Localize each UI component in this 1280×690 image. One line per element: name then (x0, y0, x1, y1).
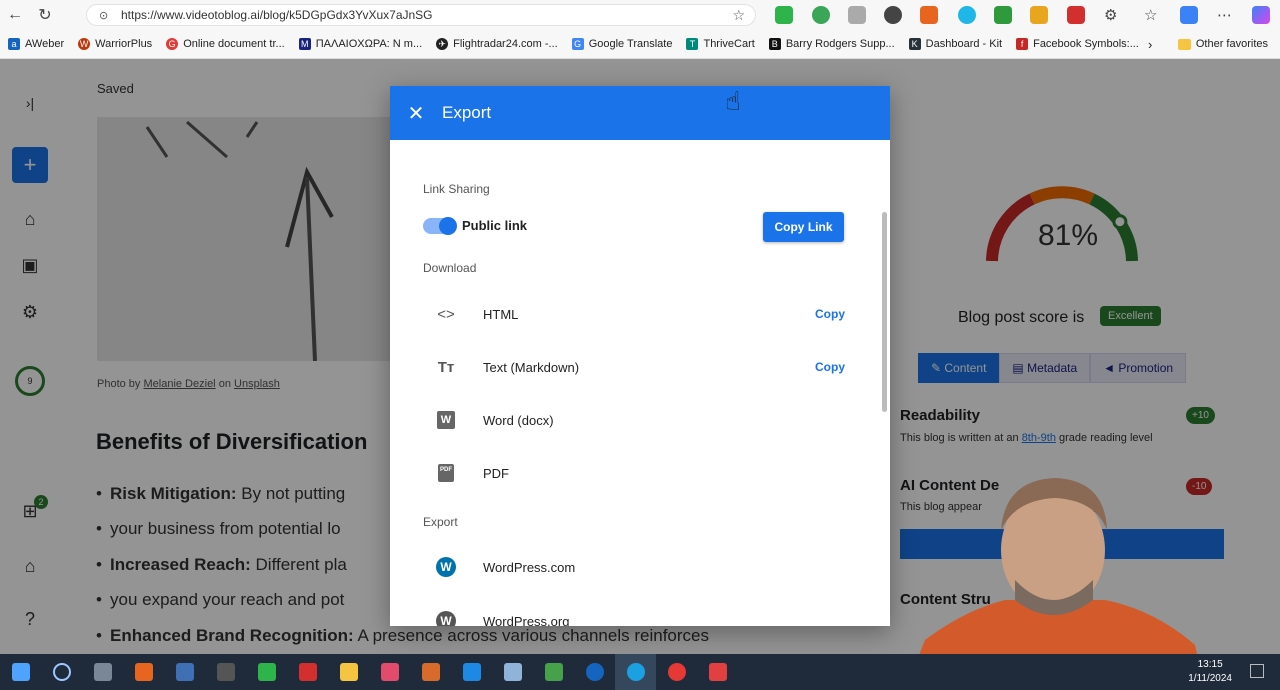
site-info-icon[interactable]: ⊙ (99, 9, 113, 22)
taskbar-app-icon[interactable] (369, 654, 410, 690)
menu-icon[interactable]: ⋯ (1217, 6, 1235, 24)
calculator-icon[interactable] (164, 654, 205, 690)
taskbar-app-icon[interactable] (123, 654, 164, 690)
bookmark-item[interactable]: a AWeber (8, 38, 64, 50)
bookmarks-bar: a AWeber W WarriorPlus G Online document tr… (0, 30, 1280, 59)
wordpress-icon: W (436, 557, 456, 577)
taskbar-app-icon[interactable] (246, 654, 287, 690)
bookmark-item[interactable]: ✈ Flightradar24.com -... (436, 38, 558, 50)
code-icon: <> (437, 305, 455, 323)
wordpress-icon: W (436, 611, 456, 626)
copy-link-button[interactable]: Copy Link (763, 212, 844, 242)
export-dialog: ✕ Export Link Sharing Public link Copy L… (390, 86, 890, 626)
public-link-toggle[interactable] (423, 217, 457, 235)
extension-icon[interactable] (1030, 6, 1048, 24)
close-icon[interactable]: ✕ (390, 86, 442, 140)
extension-icon[interactable] (958, 6, 976, 24)
mouse-cursor: ☝ (725, 86, 741, 116)
public-link-label: Public link (462, 218, 528, 233)
extension-icon[interactable] (884, 6, 902, 24)
favorite-star-icon[interactable]: ☆ (732, 7, 745, 24)
pdf-icon: PDF (423, 464, 469, 482)
bookmark-item[interactable]: G Online document tr... (166, 38, 285, 50)
extension-icon[interactable] (1180, 6, 1198, 24)
search-icon[interactable] (41, 654, 82, 690)
taskbar-app-icon[interactable] (574, 654, 615, 690)
bookmark-item[interactable]: f Facebook Symbols:... (1016, 38, 1139, 50)
download-heading: Download (423, 261, 477, 275)
export-wordpress-com-row[interactable]: W WordPress.com (423, 547, 853, 587)
windows-taskbar: 13:15 1/11/2024 (0, 654, 1280, 690)
system-clock[interactable]: 13:15 1/11/2024 (1188, 658, 1232, 686)
taskbar-app-icon[interactable] (533, 654, 574, 690)
export-docx-row[interactable]: W Word (docx) (423, 400, 853, 440)
task-view-icon[interactable] (82, 654, 123, 690)
bookmark-item[interactable]: G Google Translate (571, 38, 672, 50)
export-pdf-row[interactable]: PDF PDF (423, 453, 853, 493)
browser-toolbar: ← ↻ ⊙ https://www.videotoblog.ai/blog/k5… (0, 0, 1280, 30)
export-heading: Export (423, 515, 458, 529)
extension-icon[interactable] (994, 6, 1012, 24)
other-favorites[interactable]: Other favorites (1177, 38, 1268, 50)
copy-html-button[interactable]: Copy (815, 307, 845, 321)
camera-icon[interactable] (848, 6, 866, 24)
edge-icon[interactable] (615, 654, 656, 690)
windows-start-icon[interactable] (0, 654, 41, 690)
dialog-scrollbar[interactable] (882, 212, 887, 412)
file-explorer-icon[interactable] (328, 654, 369, 690)
export-wordpress-org-row[interactable]: W WordPress.org (423, 601, 853, 626)
bookmark-item[interactable]: B Barry Rodgers Supp... (768, 38, 895, 50)
export-markdown-row[interactable]: Tт Text (Markdown) Copy (423, 347, 853, 387)
bookmark-item[interactable]: K Dashboard - Kit (908, 38, 1002, 50)
back-icon[interactable]: ← (0, 0, 30, 30)
link-sharing-heading: Link Sharing (423, 182, 490, 196)
taskbar-app-icon[interactable] (451, 654, 492, 690)
taskbar-app-icon[interactable] (697, 654, 738, 690)
taskbar-app-icon[interactable] (205, 654, 246, 690)
export-dialog-body: Link Sharing Public link Copy Link Downl… (390, 140, 890, 626)
word-icon: W (423, 411, 469, 429)
export-dialog-title: Export (442, 103, 492, 122)
bookmark-item[interactable]: T ThriveCart (686, 38, 755, 50)
bookmark-item[interactable]: M ΠΑΛΑΙΟΧΩΡΑ: Ν m... (298, 38, 422, 50)
taskbar-app-icon[interactable] (287, 654, 328, 690)
export-dialog-header: ✕ Export (390, 86, 890, 140)
copy-markdown-button[interactable]: Copy (815, 360, 845, 374)
extension-icon[interactable] (775, 6, 793, 24)
copilot-icon[interactable] (1252, 6, 1270, 24)
url-text: https://www.videotoblog.ai/blog/k5DGpGdx… (121, 8, 433, 22)
extension-icon[interactable] (920, 6, 938, 24)
reload-icon[interactable]: ↻ (30, 0, 60, 30)
notification-icon[interactable] (1250, 664, 1264, 678)
puzzle-icon[interactable]: ⚙ (1104, 6, 1122, 24)
taskbar-app-icon[interactable] (492, 654, 533, 690)
extension-icon[interactable] (812, 6, 830, 24)
address-bar[interactable]: ⊙ https://www.videotoblog.ai/blog/k5DGpG… (86, 4, 756, 26)
bookmark-item[interactable]: W WarriorPlus (78, 38, 152, 50)
extension-icon[interactable] (1067, 6, 1085, 24)
chevron-right-icon[interactable]: › (1148, 37, 1152, 52)
favorites-icon[interactable]: ☆ (1144, 6, 1162, 24)
text-icon: Tт (437, 358, 455, 376)
chrome-icon[interactable] (656, 654, 697, 690)
taskbar-app-icon[interactable] (410, 654, 451, 690)
export-html-row[interactable]: <> HTML Copy (423, 294, 853, 334)
